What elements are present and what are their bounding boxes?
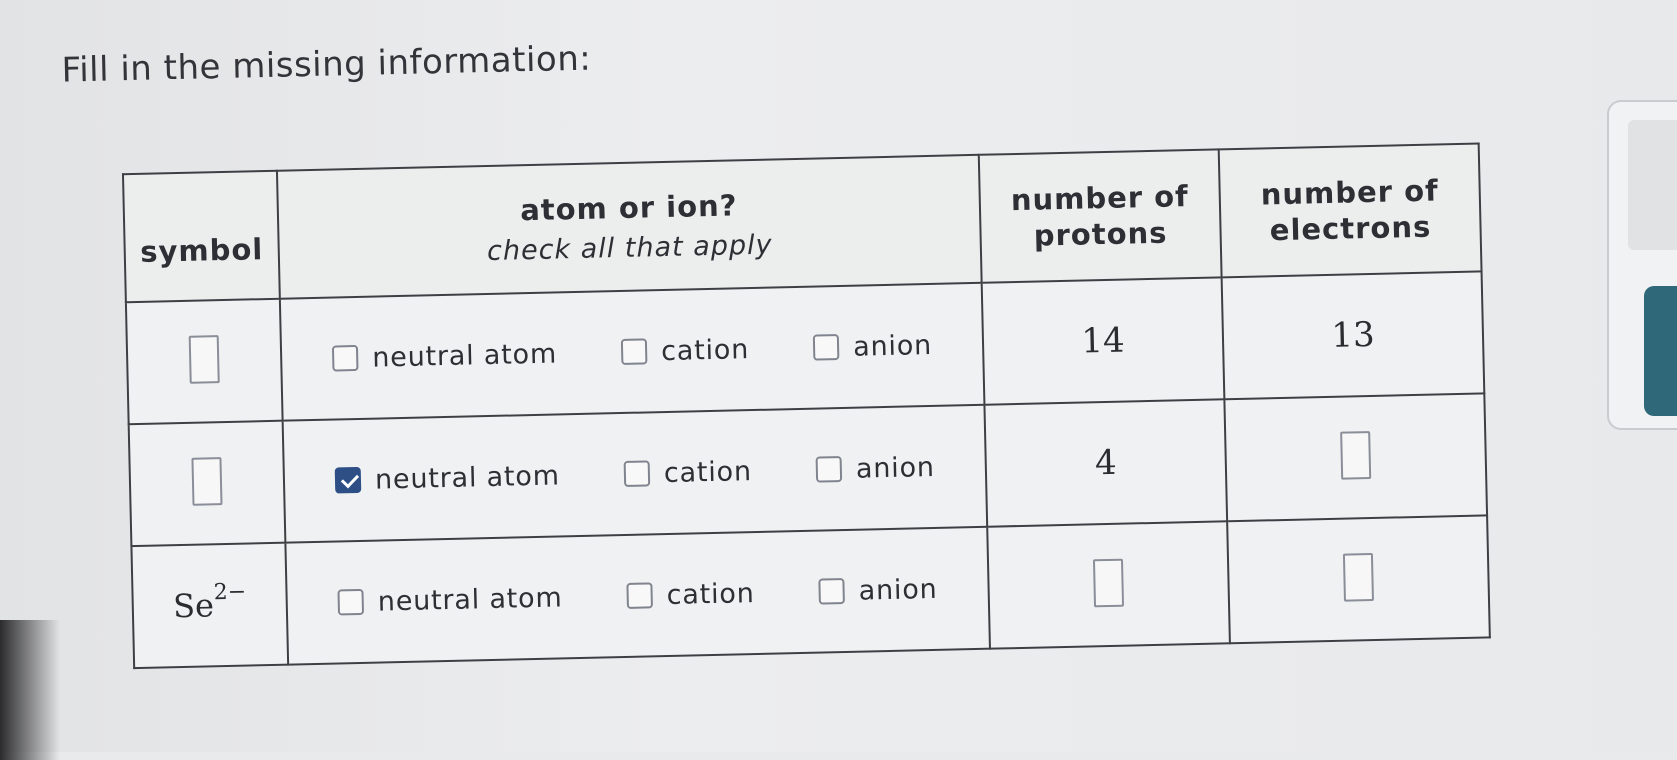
protons-answer-box[interactable] xyxy=(1092,558,1125,608)
choice-anion[interactable]: anion xyxy=(815,451,936,485)
choice-anion[interactable]: anion xyxy=(812,329,933,363)
checkbox[interactable] xyxy=(812,334,840,361)
choice-label: neutral atom xyxy=(374,459,561,496)
atom-or-ion-cell: neutral atom cation anion xyxy=(282,404,988,543)
side-action-button[interactable] xyxy=(1644,286,1677,416)
choice-cation[interactable]: cation xyxy=(620,333,750,368)
checkbox[interactable] xyxy=(334,466,362,494)
header-atom-or-ion-subtitle: check all that apply xyxy=(486,229,773,267)
choice-label: neutral atom xyxy=(377,581,563,618)
choice-neutral-atom[interactable]: neutral atom xyxy=(334,459,561,496)
protons-cell: 14 xyxy=(981,277,1225,405)
header-electrons: number of electrons xyxy=(1218,143,1482,278)
checkbox[interactable] xyxy=(815,456,843,483)
question-area: Fill in the missing information: symbol … xyxy=(0,0,1677,752)
header-atom-or-ion-title: atom or ion? xyxy=(519,187,738,227)
electrons-cell xyxy=(1224,393,1488,522)
protons-value: 14 xyxy=(1080,320,1126,362)
symbol-answer-box[interactable] xyxy=(188,335,220,384)
choice-neutral-atom[interactable]: neutral atom xyxy=(337,581,563,618)
choice-label: cation xyxy=(663,455,753,489)
header-symbol: symbol xyxy=(122,170,280,303)
checkbox[interactable] xyxy=(623,460,651,487)
choice-label: neutral atom xyxy=(371,337,558,374)
choice-anion[interactable]: anion xyxy=(818,573,938,607)
header-atom-or-ion: atom or ion? check all that apply xyxy=(276,154,982,299)
element-symbol: Se2− xyxy=(172,579,247,626)
symbol-cell: Se2− xyxy=(131,542,289,669)
checkbox[interactable] xyxy=(818,577,846,605)
choice-group: neutral atom cation anion xyxy=(285,450,986,497)
side-tools-slot xyxy=(1628,120,1677,250)
electrons-cell xyxy=(1227,515,1490,644)
screen-edge-shadow xyxy=(0,620,60,760)
atom-or-ion-cell: neutral atom cation anion xyxy=(285,526,990,665)
checkbox[interactable] xyxy=(337,588,365,616)
choice-label: cation xyxy=(666,577,755,611)
element-symbol-base: Se xyxy=(172,586,215,626)
protons-value: 4 xyxy=(1094,442,1118,484)
electrons-value: 13 xyxy=(1330,314,1376,356)
screen-background: Fill in the missing information: symbol … xyxy=(0,0,1677,760)
choice-group: neutral atom cation anion xyxy=(287,572,988,619)
choice-label: anion xyxy=(855,451,936,485)
choice-neutral-atom[interactable]: neutral atom xyxy=(332,338,557,374)
choice-group: neutral atom cation anion xyxy=(282,328,983,375)
symbol-cell xyxy=(125,298,283,425)
electrons-cell: 13 xyxy=(1221,271,1485,400)
choice-cation[interactable]: cation xyxy=(623,455,753,490)
element-symbol-charge: 2− xyxy=(213,579,247,605)
question-prompt: Fill in the missing information: xyxy=(61,38,592,91)
atom-or-ion-cell: neutral atom cation anion xyxy=(279,282,985,421)
choice-label: cation xyxy=(660,333,750,367)
choice-label: anion xyxy=(852,329,933,363)
header-protons: number of protons xyxy=(978,149,1222,283)
electrons-answer-box[interactable] xyxy=(1340,431,1372,480)
choice-label: anion xyxy=(858,573,938,607)
protons-cell xyxy=(987,521,1230,649)
symbol-answer-box[interactable] xyxy=(191,457,223,506)
checkbox[interactable] xyxy=(332,344,359,372)
choice-cation[interactable]: cation xyxy=(626,578,755,612)
question-table: symbol atom or ion? check all that apply… xyxy=(121,142,1491,670)
checkbox[interactable] xyxy=(620,338,648,365)
checkbox[interactable] xyxy=(626,582,653,609)
symbol-cell xyxy=(128,420,286,547)
electrons-answer-box[interactable] xyxy=(1342,552,1374,602)
protons-cell: 4 xyxy=(984,399,1228,527)
